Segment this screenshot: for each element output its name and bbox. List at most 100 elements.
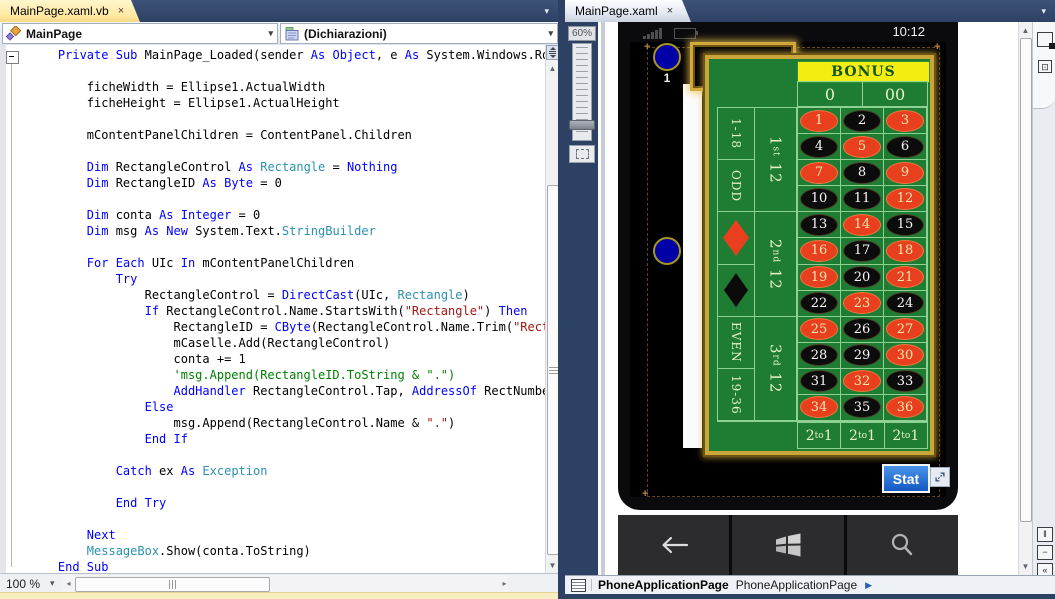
roulette-number-cell[interactable]: 32	[841, 368, 884, 395]
bet-cell-19-36[interactable]: 19-36	[718, 369, 754, 421]
roulette-number-cell[interactable]: 22	[798, 290, 841, 317]
resize-handle-icon[interactable]	[930, 467, 950, 487]
side-panel[interactable]	[683, 84, 702, 448]
roulette-number-cell[interactable]: 20	[841, 264, 884, 291]
roulette-number-cell[interactable]: 9	[884, 160, 927, 187]
bet-cell-odd[interactable]: ODD	[718, 160, 754, 213]
roulette-number-cell[interactable]: 33	[884, 368, 927, 395]
roulette-table[interactable]: BONUS 0 00 1 2 3 4 5 6 7 8 9 10 11 12 13 14 15 16 17 18 19…	[703, 53, 936, 457]
tab-mainpage-xaml[interactable]: MainPage.xaml ×	[565, 0, 691, 22]
zoom-to-fit-button[interactable]	[569, 145, 595, 163]
bet-cell-0[interactable]: 0	[798, 82, 862, 106]
bonus-banner[interactable]: BONUS	[797, 61, 930, 83]
vertical-split-icon[interactable]: ‖	[1037, 527, 1053, 542]
roulette-number-cell[interactable]: 28	[798, 342, 841, 369]
designer-zoom-value[interactable]: 60%	[568, 26, 596, 41]
roulette-number-cell[interactable]: 14	[841, 212, 884, 239]
chevron-down-icon[interactable]: ▾	[548, 28, 553, 39]
roulette-number-cell[interactable]: 8	[841, 160, 884, 187]
tab-overflow-icon[interactable]: ▾	[544, 7, 549, 16]
class-icon	[6, 25, 22, 41]
roulette-number-cell[interactable]: 23	[841, 290, 884, 317]
scrollbar-thumb[interactable]	[1020, 38, 1032, 522]
roulette-number-cell[interactable]: 26	[841, 316, 884, 343]
artboard-options-icon[interactable]: ⊡	[1038, 60, 1052, 73]
editor-horizontal-scrollbar[interactable]: ◂ ▸	[60, 575, 511, 592]
roulette-number-cell[interactable]: 4	[798, 134, 841, 161]
roulette-number-cell[interactable]: 34	[798, 394, 841, 421]
roulette-number-cell[interactable]: 36	[884, 394, 927, 421]
roulette-number-cell[interactable]: 2	[841, 108, 884, 135]
document-outline-icon[interactable]	[571, 578, 586, 592]
stat-button[interactable]: Stat	[882, 464, 930, 493]
collapse-region-icon[interactable]	[6, 51, 19, 64]
bet-cell-even[interactable]: EVEN	[718, 317, 754, 369]
device-options-icon[interactable]	[1037, 32, 1055, 49]
roulette-chip[interactable]	[653, 237, 681, 265]
bet-cell-red[interactable]	[718, 212, 754, 265]
code-editor-surface[interactable]: Private Sub MainPage_Loaded(sender As Ob…	[0, 45, 545, 573]
breadcrumb-item-page[interactable]: PhoneApplicationPage	[598, 578, 729, 592]
roulette-number-cell[interactable]: 21	[884, 264, 927, 291]
bet-cell-1-18[interactable]: 1-18	[718, 108, 754, 161]
scroll-left-icon[interactable]: ◂	[63, 577, 75, 590]
roulette-number-cell[interactable]: 29	[841, 342, 884, 369]
bet-cell-2to1[interactable]: 2 to 1	[883, 423, 927, 448]
roulette-number-cell[interactable]: 12	[884, 186, 927, 213]
bet-cell-1st-12[interactable]: 1st 12	[755, 108, 796, 213]
editor-zoom-dropdown[interactable]: 100 % ▾	[0, 577, 61, 591]
bet-cell-3rd-12[interactable]: 3rd 12	[755, 317, 796, 421]
bet-cell-2nd-12[interactable]: 2nd 12	[755, 212, 796, 317]
chevron-down-icon[interactable]: ▾	[268, 28, 273, 39]
horizontal-split-icon[interactable]: −	[1037, 545, 1053, 560]
collapse-pane-icon[interactable]: «	[1037, 563, 1053, 575]
outside-bets-column: 1-18 ODD EVEN 19-36	[717, 107, 755, 422]
xaml-design-surface[interactable]: 60% 10:12 + + + 1 BONUS 0 00 1 2 3 4 5 6…	[565, 22, 1055, 575]
roulette-number-cell[interactable]: 24	[884, 290, 927, 317]
code-line: Private Sub MainPage_Loaded(sender As Ob…	[57, 48, 545, 62]
bet-cell-00[interactable]: 00	[862, 82, 927, 106]
tab-overflow-icon[interactable]: ▾	[1041, 7, 1046, 16]
roulette-number-cell[interactable]: 13	[798, 212, 841, 239]
declarations-dropdown[interactable]: (Dichiarazioni) ▾	[280, 23, 558, 44]
roulette-number-cell[interactable]: 6	[884, 134, 927, 161]
roulette-number-cell[interactable]: 16	[798, 238, 841, 265]
close-icon[interactable]: ×	[118, 6, 124, 17]
chevron-down-icon[interactable]: ▾	[50, 578, 55, 589]
scroll-up-icon[interactable]: ▲	[1019, 24, 1032, 37]
roulette-number-cell[interactable]: 5	[841, 134, 884, 161]
tab-mainpage-xaml-vb[interactable]: MainPage.xaml.vb ×	[0, 0, 140, 22]
bet-cell-2to1[interactable]: 2 to 1	[840, 423, 883, 448]
roulette-chip[interactable]	[653, 43, 681, 71]
document-outline-breadcrumb: PhoneApplicationPage PhoneApplicationPag…	[565, 575, 1055, 594]
roulette-number-cell[interactable]: 25	[798, 316, 841, 343]
bet-cell-2to1[interactable]: 2 to 1	[798, 423, 840, 448]
roulette-number-cell[interactable]: 31	[798, 368, 841, 395]
roulette-number-cell[interactable]: 35	[841, 394, 884, 421]
roulette-number-cell[interactable]: 30	[884, 342, 927, 369]
roulette-number-cell[interactable]: 18	[884, 238, 927, 265]
scroll-right-icon[interactable]: ▸	[499, 577, 511, 590]
editor-vertical-scrollbar[interactable]: ▲ ▼	[545, 45, 559, 573]
scroll-down-icon[interactable]: ▼	[1019, 560, 1032, 573]
roulette-number-cell[interactable]: 15	[884, 212, 927, 239]
roulette-number-cell[interactable]: 7	[798, 160, 841, 187]
close-icon[interactable]: ×	[667, 6, 673, 17]
roulette-number-cell[interactable]: 3	[884, 108, 927, 135]
roulette-number-cell[interactable]: 11	[841, 186, 884, 213]
designer-vertical-scrollbar[interactable]: ▲ ▼	[1018, 22, 1032, 575]
slider-thumb[interactable]	[569, 120, 595, 130]
scrollbar-thumb[interactable]	[74, 577, 270, 592]
roulette-number-cell[interactable]: 1	[798, 108, 841, 135]
roulette-number-cell[interactable]: 19	[798, 264, 841, 291]
red-diamond-icon	[723, 219, 749, 256]
roulette-number-cell[interactable]: 10	[798, 186, 841, 213]
pane-splitter[interactable]	[558, 0, 565, 599]
designer-zoom-slider[interactable]	[569, 43, 595, 141]
bet-cell-black[interactable]	[718, 265, 754, 317]
breadcrumb-expand-icon[interactable]: ▶	[865, 580, 872, 591]
roulette-number-cell[interactable]: 17	[841, 238, 884, 265]
object-dropdown[interactable]: MainPage ▾	[2, 23, 279, 44]
roulette-number-cell[interactable]: 27	[884, 316, 927, 343]
breadcrumb-item-type[interactable]: PhoneApplicationPage	[736, 578, 857, 592]
